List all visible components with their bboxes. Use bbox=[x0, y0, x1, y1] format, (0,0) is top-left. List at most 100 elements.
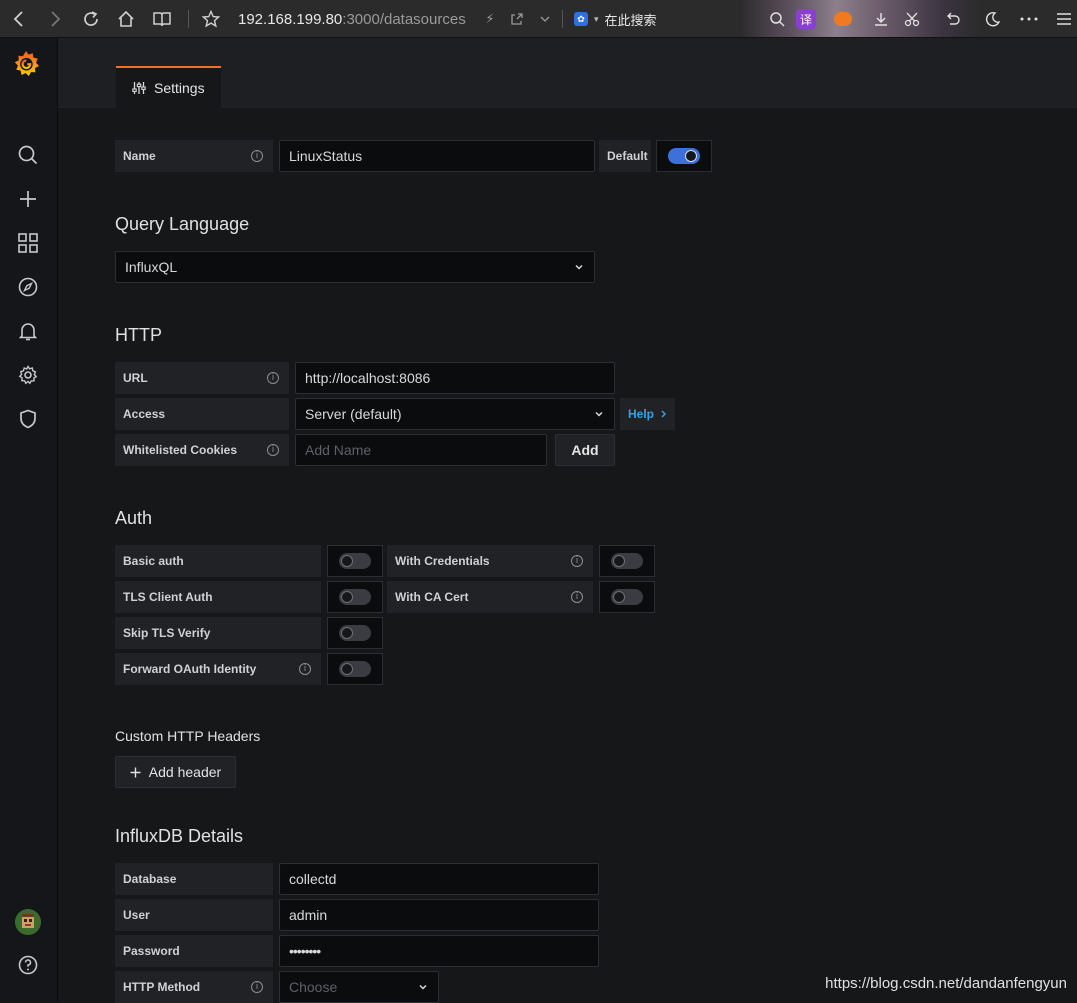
with-credentials-toggle[interactable] bbox=[611, 553, 643, 569]
database-input[interactable]: collectd bbox=[279, 863, 599, 895]
name-label: Name i bbox=[115, 140, 273, 172]
watermark: https://blog.csdn.net/dandanfengyun bbox=[825, 975, 1067, 992]
dashboards-icon[interactable] bbox=[14, 229, 42, 257]
info-icon[interactable]: i bbox=[571, 555, 583, 567]
info-icon[interactable]: i bbox=[571, 591, 583, 603]
tab-settings[interactable]: Settings bbox=[116, 66, 221, 108]
reader-icon[interactable] bbox=[149, 0, 175, 38]
url-path: :3000/datasources/ bbox=[342, 11, 466, 28]
name-label-text: Name bbox=[123, 149, 156, 163]
help-icon[interactable] bbox=[14, 951, 42, 979]
tls-client-auth-label: TLS Client Auth bbox=[115, 581, 321, 613]
engine-dropdown-icon: ▾ bbox=[594, 14, 599, 25]
basic-auth-label: Basic auth bbox=[115, 545, 321, 577]
add-cookie-button[interactable]: Add bbox=[555, 434, 615, 466]
reload-icon[interactable] bbox=[78, 0, 104, 38]
http-title: HTTP bbox=[115, 325, 162, 346]
with-ca-cert-toggle[interactable] bbox=[611, 589, 643, 605]
scissors-icon[interactable] bbox=[900, 0, 926, 38]
grafana-logo-icon[interactable] bbox=[10, 48, 42, 80]
forward-oauth-text: Forward OAuth Identity bbox=[123, 662, 256, 676]
add-header-label: Add header bbox=[149, 764, 221, 780]
bookmark-star-icon[interactable] bbox=[198, 0, 224, 38]
user-label: User bbox=[115, 899, 273, 931]
info-icon[interactable]: i bbox=[251, 981, 263, 993]
forward-oauth-label: Forward OAuth Identity i bbox=[115, 653, 321, 685]
cookies-label-text: Whitelisted Cookies bbox=[123, 443, 237, 457]
address-bar[interactable]: 192.168.199.80:3000/datasources/ bbox=[238, 0, 466, 38]
sidebar bbox=[0, 38, 58, 1002]
toggle-knob bbox=[341, 627, 353, 639]
access-select[interactable]: Server (default) bbox=[295, 398, 615, 430]
info-icon[interactable]: i bbox=[299, 663, 311, 675]
name-input[interactable]: LinuxStatus bbox=[279, 140, 595, 172]
http-method-select[interactable]: Choose bbox=[279, 971, 439, 1003]
database-label: Database bbox=[115, 863, 273, 895]
shield-icon[interactable] bbox=[14, 405, 42, 433]
toggle-knob bbox=[341, 663, 353, 675]
url-label-text: URL bbox=[123, 371, 148, 385]
url-input[interactable]: http://localhost:8086 bbox=[295, 362, 615, 394]
skip-tls-verify-toggle[interactable] bbox=[339, 625, 371, 641]
chevron-down-icon bbox=[418, 982, 428, 992]
forward-oauth-toggle[interactable] bbox=[339, 661, 371, 677]
night-mode-icon[interactable] bbox=[980, 0, 1006, 38]
cookie-name-input[interactable]: Add Name bbox=[295, 434, 547, 466]
forward-icon[interactable] bbox=[42, 0, 68, 38]
tab-bar: Settings bbox=[58, 38, 1077, 108]
more-icon[interactable] bbox=[1016, 0, 1042, 38]
with-ca-cert-text: With CA Cert bbox=[395, 590, 468, 604]
http-method-label: HTTP Method i bbox=[115, 971, 273, 1003]
help-label: Help bbox=[628, 407, 654, 421]
bell-icon[interactable] bbox=[14, 317, 42, 345]
download-icon[interactable] bbox=[868, 0, 894, 38]
influxdb-details-title: InfluxDB Details bbox=[115, 826, 243, 847]
default-toggle[interactable] bbox=[668, 148, 700, 164]
share-icon[interactable] bbox=[504, 0, 530, 38]
query-language-select[interactable]: InfluxQL bbox=[115, 251, 595, 283]
game-icon[interactable] bbox=[834, 12, 852, 26]
forward-oauth-toggle-box bbox=[327, 653, 383, 685]
chevron-down-icon bbox=[574, 262, 584, 272]
chevron-right-icon bbox=[660, 409, 667, 419]
skip-tls-verify-toggle-box bbox=[327, 617, 383, 649]
add-header-button[interactable]: Add header bbox=[115, 756, 236, 788]
default-label: Default bbox=[599, 140, 651, 172]
info-icon[interactable]: i bbox=[267, 444, 279, 456]
undo-icon[interactable] bbox=[940, 0, 966, 38]
browser-toolbar: 192.168.199.80:3000/datasources/ ⚡ ✿ ▾ 在… bbox=[0, 0, 1077, 38]
skip-tls-verify-label: Skip TLS Verify bbox=[115, 617, 321, 649]
help-button[interactable]: Help bbox=[620, 398, 675, 430]
info-icon[interactable]: i bbox=[267, 372, 279, 384]
baidu-paw-icon: ✿ bbox=[574, 12, 588, 26]
toggle-knob bbox=[685, 150, 697, 162]
basic-auth-toggle[interactable] bbox=[339, 553, 371, 569]
menu-icon[interactable] bbox=[1051, 0, 1077, 38]
search-label: 在此搜索 bbox=[605, 10, 657, 29]
back-icon[interactable] bbox=[6, 0, 32, 38]
plus-icon[interactable] bbox=[14, 185, 42, 213]
search-engine-box[interactable]: ✿ ▾ 在此搜索 bbox=[574, 0, 657, 38]
home-icon[interactable] bbox=[113, 0, 139, 38]
info-icon[interactable]: i bbox=[251, 150, 263, 162]
password-input[interactable]: •••••••• bbox=[279, 935, 599, 967]
password-label: Password bbox=[115, 935, 273, 967]
avatar[interactable] bbox=[14, 908, 42, 936]
with-credentials-label: With Credentials i bbox=[387, 545, 593, 577]
query-language-title: Query Language bbox=[115, 214, 249, 235]
gear-icon[interactable] bbox=[14, 361, 42, 389]
tls-client-auth-toggle[interactable] bbox=[339, 589, 371, 605]
toolbar-divider bbox=[562, 10, 563, 28]
compass-icon[interactable] bbox=[14, 273, 42, 301]
chevron-down-icon[interactable] bbox=[532, 0, 558, 38]
user-input[interactable]: admin bbox=[279, 899, 599, 931]
search-icon[interactable] bbox=[764, 0, 790, 38]
flash-icon[interactable]: ⚡ bbox=[477, 0, 503, 38]
tab-settings-label: Settings bbox=[154, 80, 205, 96]
translate-icon[interactable]: 译 bbox=[796, 9, 816, 29]
toggle-knob bbox=[341, 555, 353, 567]
url-host: 192.168.199.80 bbox=[238, 11, 342, 28]
search-icon[interactable] bbox=[14, 141, 42, 169]
url-label: URL i bbox=[115, 362, 289, 394]
sliders-icon bbox=[132, 81, 146, 95]
